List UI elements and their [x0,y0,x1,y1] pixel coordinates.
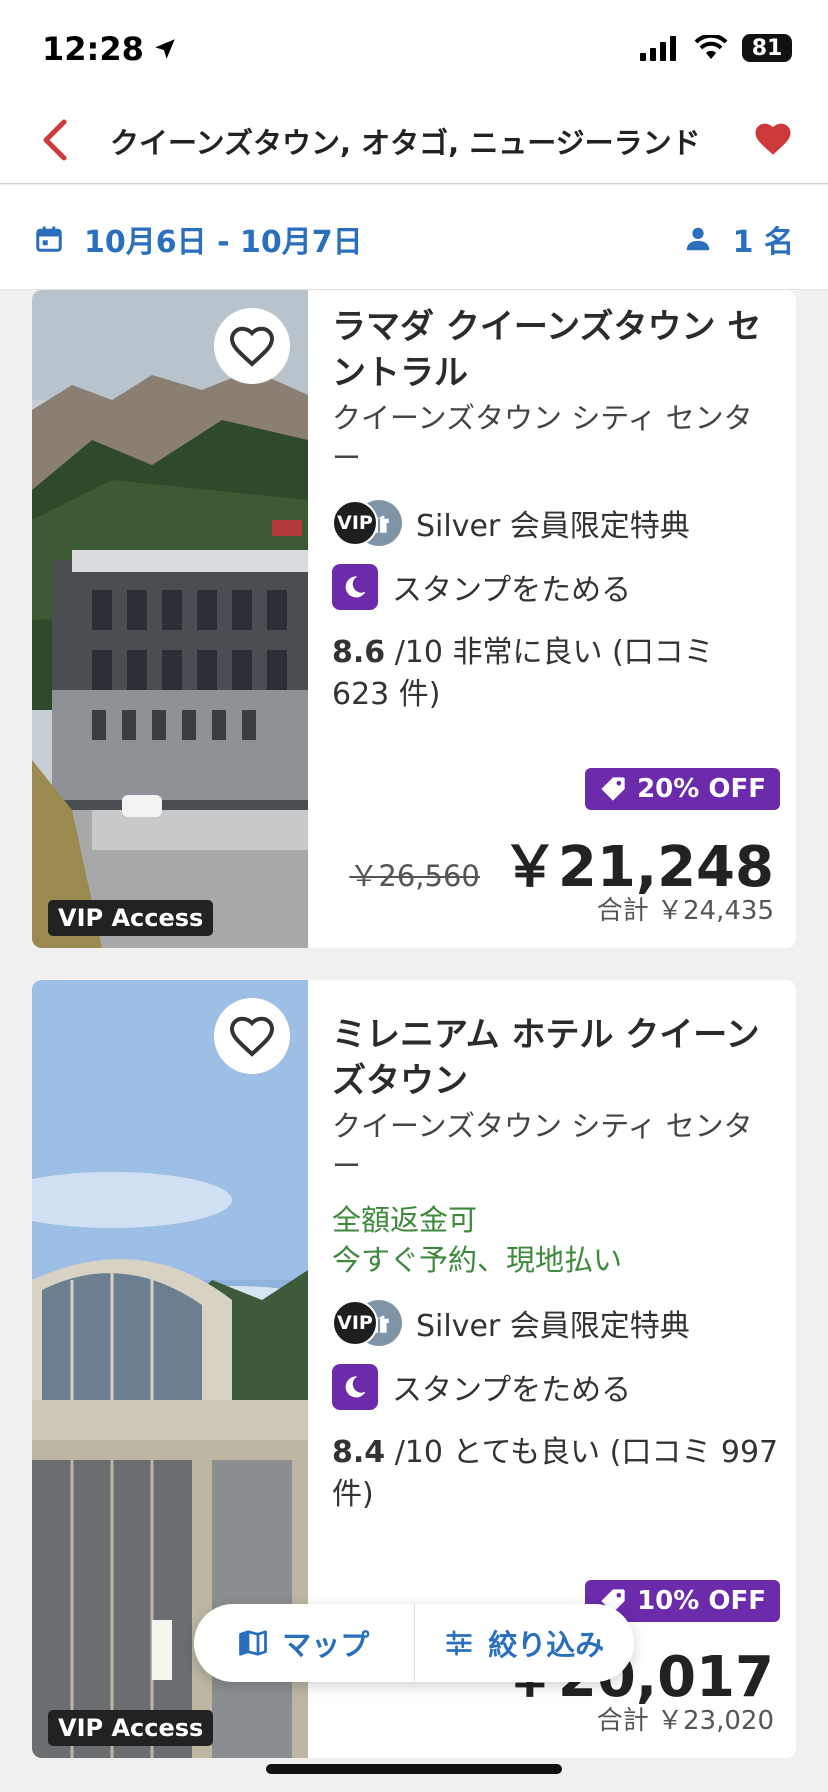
moon-icon [332,1364,378,1410]
hotel-name: ミレニアム ホテル クイーンズタウン [332,1015,760,1101]
chevron-left-icon [43,119,67,161]
discount-text: 10% OFF [637,1586,766,1616]
rating-text: /10 とても良い (口コミ 997 件) [332,1435,779,1512]
location-arrow-icon [155,39,175,59]
nav-header: クイーンズタウン, オタゴ, ニュージーランド [0,96,828,184]
member-perk: VIP Silver 会員限定特典 [332,500,780,546]
stamp-row: スタンプをためる [332,564,780,610]
total-price: 合計 ￥23,020 [596,1706,774,1736]
pay-later-note: 今すぐ予約、現地払い [332,1243,623,1277]
stamp-text: スタンプをためる [392,1373,632,1408]
date-range-button[interactable]: 10月6日 - 10月7日 [34,217,363,261]
status-bar: 12:28 81 [0,0,828,96]
battery-indicator: 81 [742,34,792,62]
wifi-icon [694,35,728,59]
hotel-card[interactable]: VIP Access ラマダ クイーンズタウン セントラル クイーンズタウン シ… [32,290,796,948]
hotel-info: ラマダ クイーンズタウン セントラル クイーンズタウン シティ センター VIP… [332,290,780,716]
discount-badge: 20% OFF [585,768,780,810]
hotel-name: ラマダ クイーンズタウン セントラル [332,307,762,393]
date-range-text: 10月6日 - 10月7日 [84,225,363,260]
home-indicator[interactable] [266,1764,562,1774]
hotel-area: クイーンズタウン シティ センター [332,1109,753,1183]
map-button[interactable]: マップ [194,1604,414,1682]
filter-label: 絞り込み [488,1628,605,1662]
filter-button[interactable]: 絞り込み [415,1604,635,1682]
original-price: ￥26,560 [349,859,480,893]
favorite-button[interactable] [752,118,794,160]
status-indicators: 81 [640,34,792,62]
heart-filled-icon [755,123,791,155]
page-title: クイーンズタウン, オタゴ, ニュージーランド [110,126,701,160]
signal-icon [640,36,676,61]
status-time: 12:28 [42,30,178,68]
search-summary-bar: 10月6日 - 10月7日 1 名 [0,185,828,290]
heart-outline-icon [229,1016,275,1057]
back-button[interactable] [34,116,78,164]
guests-button[interactable]: 1 名 [683,217,794,261]
stamp-row: スタンプをためる [332,1364,780,1410]
perk-text: Silver 会員限定特典 [416,509,690,544]
rating-score: 8.6 [332,635,386,670]
guests-text: 1 名 [732,225,794,260]
clock-text: 12:28 [42,30,144,68]
discount-text: 20% OFF [637,774,766,804]
rating-score: 8.4 [332,1435,386,1470]
vip-access-label: VIP Access [48,1710,214,1746]
perk-text: Silver 会員限定特典 [416,1309,690,1344]
map-filter-pill: マップ 絞り込み [194,1604,634,1682]
rating: 8.6 /10 非常に良い (口コミ 623 件) [332,632,780,716]
hotel-area: クイーンズタウン シティ センター [332,401,753,475]
member-perk: VIP Silver 会員限定特典 [332,1300,780,1346]
vip-access-label: VIP Access [48,900,214,936]
total-price: 合計 ￥24,435 [596,896,774,926]
save-hotel-button[interactable] [214,998,290,1074]
person-icon [686,227,709,251]
heart-outline-icon [229,326,275,367]
rating: 8.4 /10 とても良い (口コミ 997 件) [332,1432,780,1516]
refund-policy: 全額返金可 [332,1203,478,1237]
calendar-icon [36,226,62,252]
stamp-text: スタンプをためる [392,573,632,608]
hotel-photo [32,290,308,948]
moon-icon [332,564,378,610]
price-tag-icon [601,777,625,801]
save-hotel-button[interactable] [214,308,290,384]
vip-badge: VIP [332,500,378,546]
vip-badge: VIP [332,1300,378,1346]
rating-text: /10 非常に良い (口コミ 623 件) [332,635,714,712]
map-label: マップ [282,1628,370,1662]
map-icon [239,1630,268,1656]
filter-sliders-icon [446,1630,472,1656]
hotel-info: ミレニアム ホテル クイーンズタウン クイーンズタウン シティ センター 全額返… [332,980,780,1516]
